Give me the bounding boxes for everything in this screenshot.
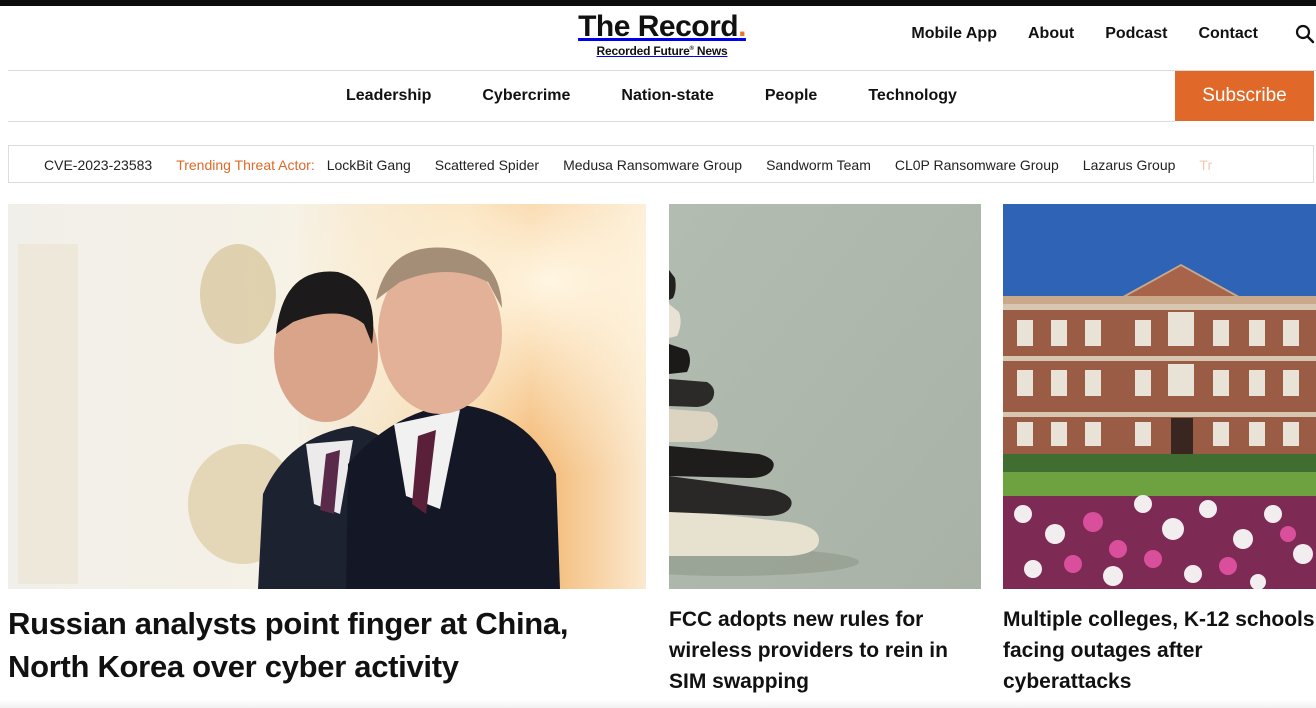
top-nav-contact[interactable]: Contact bbox=[1198, 25, 1258, 43]
category-people[interactable]: People bbox=[765, 87, 817, 105]
article-image-fcc bbox=[669, 204, 981, 589]
category-cybercrime[interactable]: Cybercrime bbox=[482, 87, 570, 105]
category-divider bbox=[8, 121, 1175, 122]
top-nav-about[interactable]: About bbox=[1028, 25, 1074, 43]
trending-actor-lazarus[interactable]: Lazarus Group bbox=[1083, 157, 1176, 173]
bottom-fade bbox=[0, 700, 1316, 708]
category-nav: Leadership Cybercrime Nation-state Peopl… bbox=[0, 71, 1316, 121]
article-title-main: Russian analysts point finger at China, … bbox=[8, 606, 569, 684]
trending-actor-medusa[interactable]: Medusa Ransomware Group bbox=[563, 157, 742, 173]
article-card-college[interactable]: Multiple colleges, K-12 schools facing o… bbox=[1003, 204, 1316, 704]
trending-label: Trending Threat Actor: bbox=[176, 157, 315, 173]
page: The Record. Recorded Future® News Mobile… bbox=[0, 0, 1316, 708]
logo-dot: . bbox=[738, 10, 746, 43]
search-icon bbox=[1295, 24, 1315, 44]
category-nation-state[interactable]: Nation-state bbox=[621, 87, 713, 105]
article-card-fcc[interactable]: FCC adopts new rules for wireless provid… bbox=[669, 204, 981, 704]
article-title-college: Multiple colleges, K-12 schools facing o… bbox=[1003, 608, 1315, 693]
category-list: Leadership Cybercrime Nation-state Peopl… bbox=[346, 87, 957, 105]
trending-bar: CVE-2023-23583 Trending Threat Actor: Lo… bbox=[8, 145, 1314, 183]
trending-actor-sandworm[interactable]: Sandworm Team bbox=[766, 157, 871, 173]
trending-actor-lockbit[interactable]: LockBit Gang bbox=[327, 157, 411, 173]
site-header: The Record. Recorded Future® News Mobile… bbox=[0, 6, 1316, 70]
category-leadership[interactable]: Leadership bbox=[346, 87, 431, 105]
logo-subtitle: Recorded Future® News bbox=[572, 42, 752, 58]
category-technology[interactable]: Technology bbox=[868, 87, 957, 105]
article-card-main[interactable]: Russian analysts point finger at China, … bbox=[8, 204, 646, 704]
trending-list: CVE-2023-23583 Trending Threat Actor: Lo… bbox=[44, 157, 1212, 173]
college-photo bbox=[1003, 204, 1316, 589]
trending-cve-link[interactable]: CVE-2023-23583 bbox=[44, 157, 152, 173]
article-image-college bbox=[1003, 204, 1316, 589]
top-nav-podcast[interactable]: Podcast bbox=[1105, 25, 1167, 43]
site-logo[interactable]: The Record. Recorded Future® News bbox=[572, 12, 752, 59]
subscribe-button[interactable]: Subscribe bbox=[1175, 71, 1314, 121]
trending-actor-clop[interactable]: CL0P Ransomware Group bbox=[895, 157, 1059, 173]
top-nav: Mobile App About Podcast Contact bbox=[911, 25, 1258, 43]
trending-overflow-fragment: Tr bbox=[1199, 157, 1213, 173]
article-image-main bbox=[8, 204, 646, 589]
logo-wordmark: The Record. bbox=[572, 12, 752, 42]
search-button[interactable] bbox=[1294, 24, 1316, 46]
logo-sub-brand: Recorded Future bbox=[596, 44, 690, 58]
leaders-photo bbox=[8, 204, 646, 589]
article-title-fcc: FCC adopts new rules for wireless provid… bbox=[669, 608, 948, 693]
phones-photo bbox=[669, 204, 981, 589]
top-nav-mobile-app[interactable]: Mobile App bbox=[911, 25, 997, 43]
trending-actor-scattered-spider[interactable]: Scattered Spider bbox=[435, 157, 539, 173]
logo-sub-tail: News bbox=[693, 44, 728, 58]
logo-title: The Record bbox=[578, 10, 739, 43]
